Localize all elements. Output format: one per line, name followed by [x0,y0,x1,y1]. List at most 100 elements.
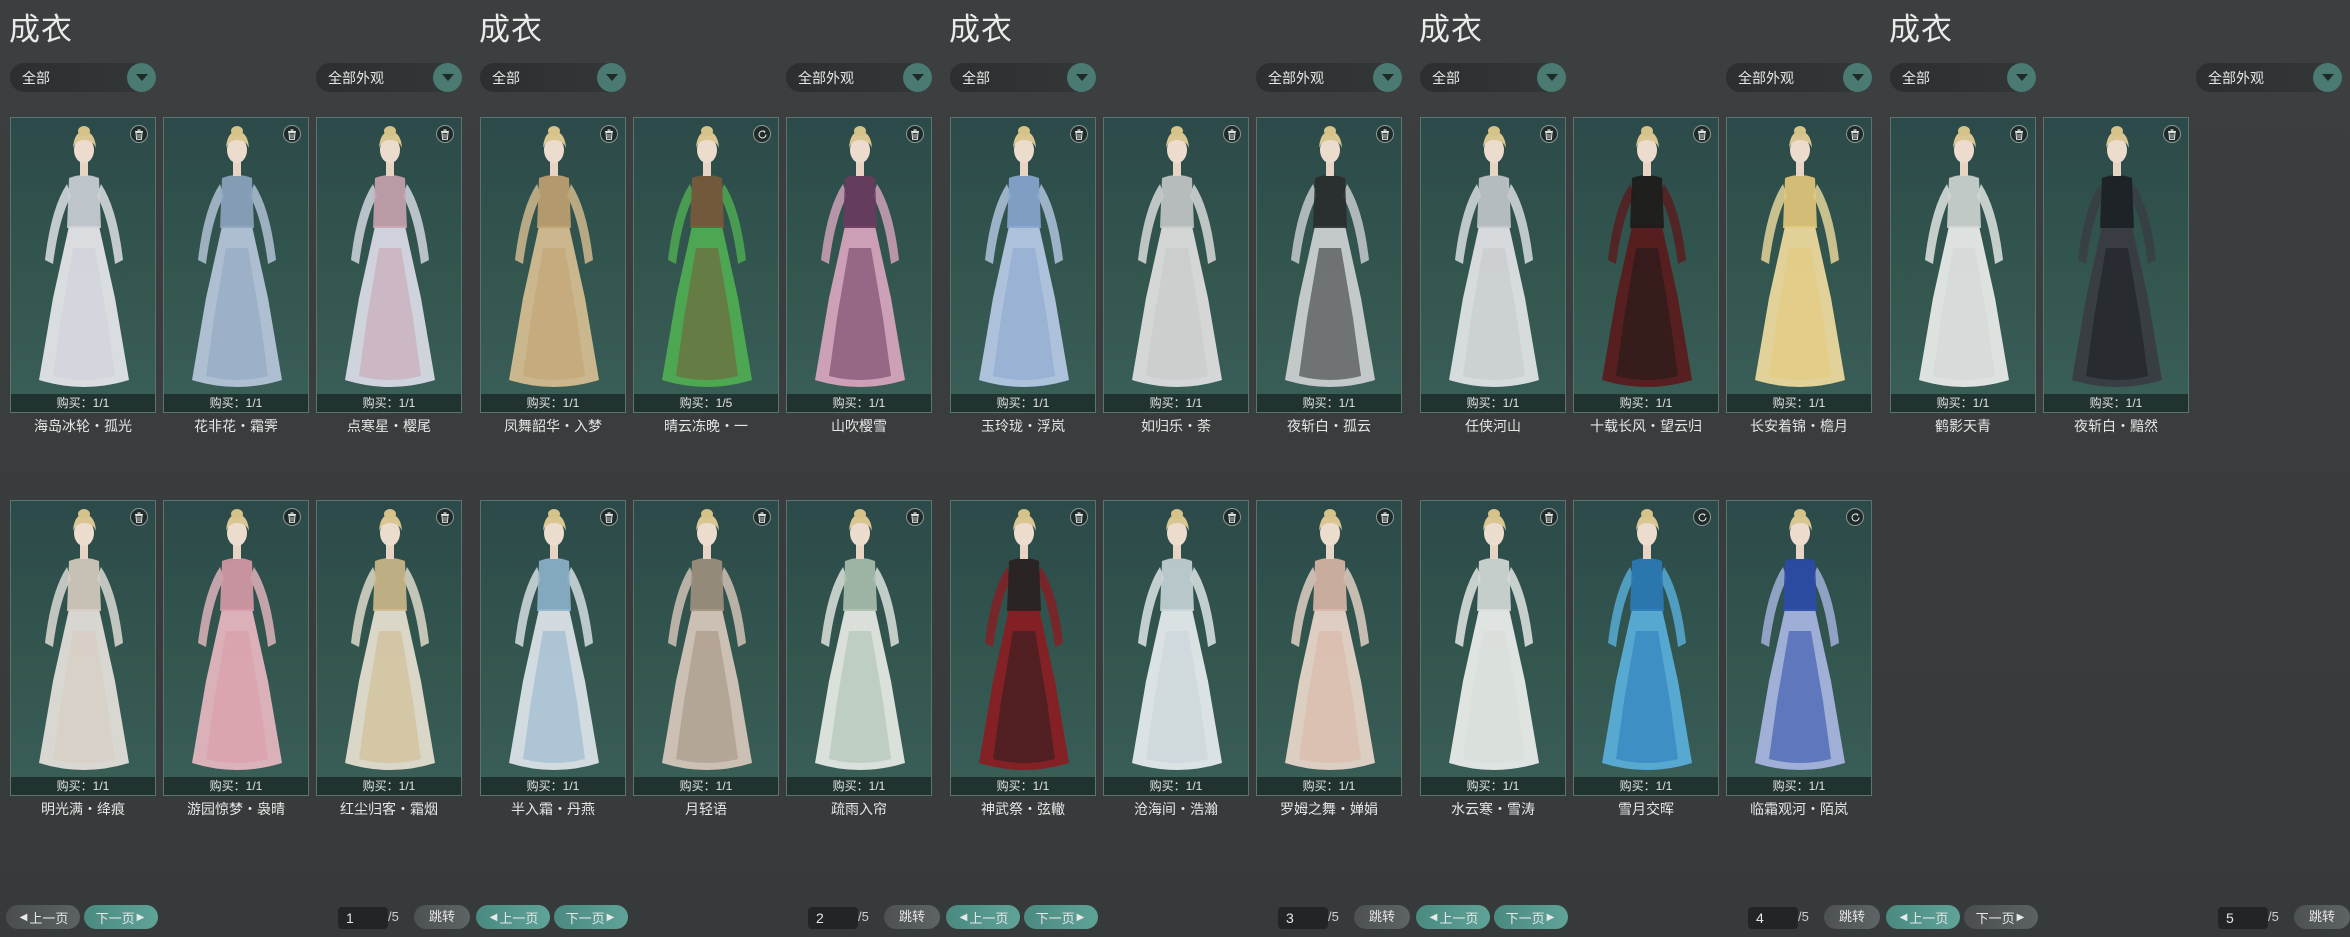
category-dropdown[interactable]: 全部 [1890,63,2036,92]
category-dropdown[interactable]: 全部 [10,63,156,92]
page-number-input[interactable]: 1 [338,907,388,929]
chevron-down-icon[interactable] [1373,63,1402,92]
outfit-preview[interactable]: 购买：1/1 [1573,500,1719,796]
outfit-card[interactable]: 购买：1/1 任侠河山 [1420,117,1566,434]
outfit-preview[interactable]: 购买：1/1 [950,117,1096,413]
category-dropdown[interactable]: 全部 [1420,63,1566,92]
outfit-preview[interactable]: 购买：1/1 [1103,117,1249,413]
page-number-input[interactable]: 5 [2218,907,2268,929]
trash-icon[interactable] [600,125,618,143]
jump-button[interactable]: 跳转 [414,905,470,929]
next-page-button[interactable]: 下一页 ▶ [1494,905,1568,929]
appearance-dropdown[interactable]: 全部外观 [1256,63,1402,92]
outfit-card[interactable]: 购买：1/1 临霜观河・陌岚 [1726,500,1872,817]
trash-icon[interactable] [1540,508,1558,526]
next-page-button[interactable]: 下一页 ▶ [84,905,158,929]
trash-icon[interactable] [753,508,771,526]
trash-icon[interactable] [2010,125,2028,143]
appearance-dropdown[interactable]: 全部外观 [786,63,932,92]
trash-icon[interactable] [283,508,301,526]
outfit-card[interactable]: 购买：1/1 长安着锦・檐月 [1726,117,1872,434]
outfit-preview[interactable]: 购买：1/1 [10,500,156,796]
refresh-icon[interactable] [1693,508,1711,526]
outfit-card[interactable]: 购买：1/1 雪月交晖 [1573,500,1719,817]
outfit-preview[interactable]: 购买：1/1 [1726,500,1872,796]
outfit-preview[interactable]: 购买：1/1 [480,117,626,413]
page-number-input[interactable]: 4 [1748,907,1798,929]
chevron-down-icon[interactable] [903,63,932,92]
page-number-input[interactable]: 2 [808,907,858,929]
outfit-preview[interactable]: 购买：1/1 [480,500,626,796]
outfit-preview[interactable]: 购买：1/1 [1103,500,1249,796]
outfit-preview[interactable]: 购买：1/1 [1573,117,1719,413]
outfit-preview[interactable]: 购买：1/1 [950,500,1096,796]
chevron-down-icon[interactable] [597,63,626,92]
outfit-card[interactable]: 购买：1/1 花非花・霜霁 [163,117,309,434]
outfit-preview[interactable]: 购买：1/1 [1420,117,1566,413]
trash-icon[interactable] [1376,125,1394,143]
chevron-down-icon[interactable] [1843,63,1872,92]
page-number-input[interactable]: 3 [1278,907,1328,929]
outfit-preview[interactable]: 购买：1/1 [633,500,779,796]
outfit-card[interactable]: 购买：1/5 晴云冻晚・一 [633,117,779,434]
outfit-card[interactable]: 购买：1/1 明光满・绛痕 [10,500,156,817]
prev-page-button[interactable]: ◀ 上一页 [946,905,1020,929]
outfit-card[interactable]: 购买：1/1 玉玲珑・浮岚 [950,117,1096,434]
outfit-card[interactable]: 购买：1/1 沧海间・浩瀚 [1103,500,1249,817]
outfit-card[interactable]: 购买：1/1 夜斩白・黯然 [2043,117,2189,434]
outfit-preview[interactable]: 购买：1/1 [163,117,309,413]
chevron-down-icon[interactable] [433,63,462,92]
appearance-dropdown[interactable]: 全部外观 [1726,63,1872,92]
trash-icon[interactable] [436,125,454,143]
jump-button[interactable]: 跳转 [884,905,940,929]
outfit-preview[interactable]: 购买：1/1 [1726,117,1872,413]
jump-button[interactable]: 跳转 [1354,905,1410,929]
outfit-preview[interactable]: 购买：1/1 [163,500,309,796]
trash-icon[interactable] [1070,508,1088,526]
outfit-preview[interactable]: 购买：1/1 [316,500,462,796]
trash-icon[interactable] [436,508,454,526]
trash-icon[interactable] [1223,125,1241,143]
refresh-icon[interactable] [1846,508,1864,526]
next-page-button[interactable]: 下一页 ▶ [554,905,628,929]
category-dropdown[interactable]: 全部 [950,63,1096,92]
next-page-button[interactable]: 下一页 ▶ [1964,905,2038,929]
outfit-card[interactable]: 购买：1/1 游园惊梦・袅晴 [163,500,309,817]
trash-icon[interactable] [1693,125,1711,143]
outfit-preview[interactable]: 购买：1/1 [1256,500,1402,796]
outfit-preview[interactable]: 购买：1/1 [2043,117,2189,413]
trash-icon[interactable] [2163,125,2181,143]
outfit-preview[interactable]: 购买：1/1 [1256,117,1402,413]
outfit-card[interactable]: 购买：1/1 凤舞韶华・入梦 [480,117,626,434]
trash-icon[interactable] [1223,508,1241,526]
chevron-down-icon[interactable] [127,63,156,92]
trash-icon[interactable] [283,125,301,143]
outfit-card[interactable]: 购买：1/1 水云寒・雪涛 [1420,500,1566,817]
outfit-card[interactable]: 购买：1/1 疏雨入帘 [786,500,932,817]
category-dropdown[interactable]: 全部 [480,63,626,92]
refresh-icon[interactable] [753,125,771,143]
trash-icon[interactable] [906,125,924,143]
trash-icon[interactable] [1376,508,1394,526]
outfit-preview[interactable]: 购买：1/1 [316,117,462,413]
outfit-card[interactable]: 购买：1/1 点寒星・樱尾 [316,117,462,434]
outfit-card[interactable]: 购买：1/1 如归乐・荼 [1103,117,1249,434]
chevron-down-icon[interactable] [1537,63,1566,92]
chevron-down-icon[interactable] [2313,63,2342,92]
outfit-card[interactable]: 购买：1/1 海岛冰轮・孤光 [10,117,156,434]
outfit-preview[interactable]: 购买：1/1 [786,117,932,413]
outfit-preview[interactable]: 购买：1/5 [633,117,779,413]
jump-button[interactable]: 跳转 [2294,905,2350,929]
jump-button[interactable]: 跳转 [1824,905,1880,929]
prev-page-button[interactable]: ◀ 上一页 [6,905,80,929]
outfit-card[interactable]: 购买：1/1 十载长风・望云归 [1573,117,1719,434]
trash-icon[interactable] [1540,125,1558,143]
outfit-preview[interactable]: 购买：1/1 [786,500,932,796]
prev-page-button[interactable]: ◀ 上一页 [1416,905,1490,929]
outfit-card[interactable]: 购买：1/1 山吹樱雪 [786,117,932,434]
next-page-button[interactable]: 下一页 ▶ [1024,905,1098,929]
trash-icon[interactable] [906,508,924,526]
outfit-preview[interactable]: 购买：1/1 [1890,117,2036,413]
outfit-preview[interactable]: 购买：1/1 [1420,500,1566,796]
chevron-down-icon[interactable] [2007,63,2036,92]
